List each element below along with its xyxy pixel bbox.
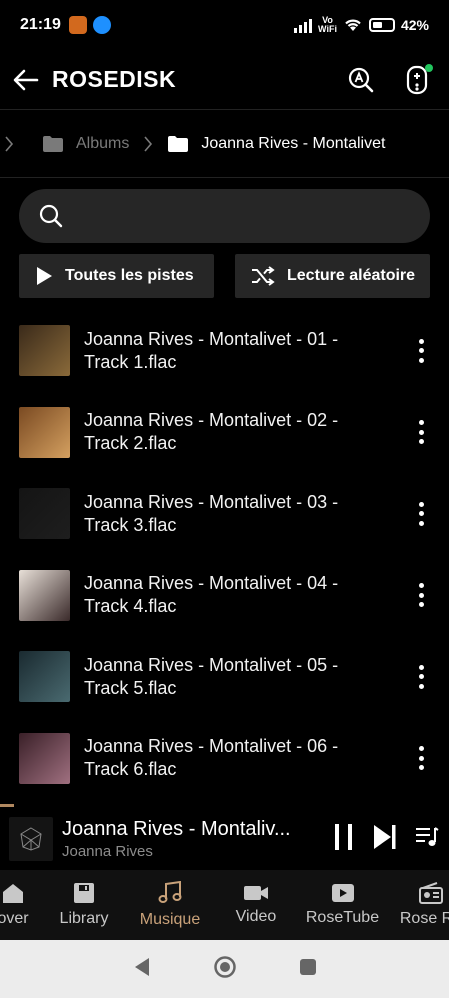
square-recents-icon	[299, 958, 316, 975]
play-all-button[interactable]: Toutes les pistes	[19, 254, 214, 298]
vowifi-icon: Vo WiFi	[318, 15, 337, 34]
cell-signal-icon	[294, 17, 313, 33]
more-options-icon[interactable]	[409, 336, 433, 366]
album-artwork	[19, 406, 70, 458]
rosetube-icon	[331, 884, 354, 902]
track-title: Joanna Rives - Montalivet - 02 - Track 2…	[84, 410, 339, 454]
more-options-icon[interactable]	[409, 417, 433, 447]
nav-rosetube[interactable]: RoseTube	[300, 870, 385, 940]
wifi-icon	[345, 19, 361, 31]
folder-icon	[168, 135, 189, 152]
folder-icon	[43, 135, 63, 152]
album-artwork	[19, 488, 70, 540]
track-row[interactable]: Joanna Rives - Montalivet - 05 - Track 5…	[0, 636, 449, 718]
breadcrumb: Albums Joanna Rives - Montalivet	[0, 110, 449, 178]
more-options-icon[interactable]	[409, 743, 433, 773]
track-title: Joanna Rives - Montalivet - 04 - Track 4…	[84, 573, 339, 617]
queue-button[interactable]	[415, 825, 439, 854]
search-icon	[39, 204, 63, 228]
home-icon	[3, 884, 23, 903]
nav-library[interactable]: Library	[48, 870, 120, 940]
play-icon	[37, 267, 52, 285]
track-title: Joanna Rives - Montalivet - 06 - Track 6…	[84, 736, 339, 780]
battery-level: 42%	[400, 17, 429, 33]
playback-progress-bar[interactable]	[0, 804, 14, 807]
pause-icon	[335, 823, 352, 850]
track-row[interactable]: Joanna Rives - Montalivet - 03 - Track 3…	[0, 473, 449, 555]
video-camera-icon	[244, 886, 268, 900]
track-row[interactable]: Joanna Rives - Montalivet - 04 - Track 4…	[0, 555, 449, 637]
app-bar: ROSEDISK	[0, 50, 449, 110]
more-options-icon[interactable]	[409, 662, 433, 692]
playlist-icon	[416, 826, 439, 846]
battery-icon	[368, 18, 395, 32]
search-az-button[interactable]	[345, 64, 377, 96]
album-artwork	[19, 651, 70, 703]
now-playing-title: Joanna Rives - Montaliv...	[62, 818, 291, 840]
search-input[interactable]	[75, 207, 395, 225]
radio-icon	[419, 882, 443, 904]
nav-label: over	[0, 910, 29, 927]
breadcrumb-label: Joanna Rives - Montalivet	[201, 134, 386, 152]
search-az-icon	[348, 67, 374, 92]
shuffle-icon	[252, 266, 275, 286]
nav-label: RoseTube	[305, 909, 380, 926]
track-title: Joanna Rives - Montalivet - 03 - Track 3…	[84, 491, 339, 535]
back-arrow-icon	[13, 69, 39, 90]
pause-button[interactable]	[333, 823, 355, 856]
chevron-right-icon	[4, 135, 14, 153]
remote-button[interactable]	[401, 63, 433, 96]
track-row[interactable]: Joanna Rives - Montalivet - 01 - Track 1…	[0, 310, 449, 392]
system-back-button[interactable]	[133, 957, 151, 982]
nav-musique[interactable]: Musique	[133, 870, 207, 940]
nav-label: Rose Ra	[399, 910, 449, 927]
album-artwork	[19, 732, 70, 784]
music-note-icon	[158, 881, 182, 903]
rose-logo-icon	[20, 827, 42, 851]
system-recents-button[interactable]	[299, 958, 317, 981]
status-indicators: Vo WiFi 42%	[294, 16, 429, 34]
breadcrumb-label: Albums	[76, 134, 130, 152]
shuffle-button[interactable]: Lecture aléatoire	[235, 254, 430, 298]
nav-label: Video	[235, 908, 277, 925]
search-bar[interactable]	[19, 189, 430, 243]
alarm-app-icon	[92, 16, 111, 34]
status-bar: 21:19 Vo WiFi 42%	[0, 0, 449, 50]
system-navigation-bar	[0, 940, 449, 998]
fox-app-icon	[68, 16, 87, 34]
next-button[interactable]	[373, 824, 397, 855]
nav-discover[interactable]: over	[0, 870, 48, 940]
album-artwork	[19, 325, 70, 377]
now-playing-artist: Joanna Rives	[62, 843, 153, 860]
track-row[interactable]: Joanna Rives - Montalivet - 06 - Track 6…	[0, 718, 449, 800]
status-time: 21:19	[20, 16, 61, 33]
nav-rose-radio[interactable]: Rose Ra	[390, 870, 449, 940]
bottom-navigation: over Library Musique Video RoseTube Rose…	[0, 870, 449, 940]
play-all-label: Toutes les pistes	[65, 267, 194, 284]
track-list: Joanna Rives - Montalivet - 01 - Track 1…	[0, 310, 449, 799]
triangle-back-icon	[134, 957, 149, 976]
online-status-dot	[425, 63, 433, 72]
back-button[interactable]	[0, 50, 52, 110]
skip-next-icon	[374, 824, 396, 849]
library-icon	[74, 883, 94, 903]
nav-label: Musique	[139, 911, 201, 928]
now-playing-artwork	[9, 817, 53, 861]
circle-home-icon	[213, 955, 236, 978]
nav-label: Library	[59, 910, 109, 927]
album-artwork	[19, 569, 70, 621]
chevron-right-icon	[143, 135, 153, 153]
track-row[interactable]: Joanna Rives - Montalivet - 02 - Track 2…	[0, 392, 449, 474]
shuffle-label: Lecture aléatoire	[287, 267, 416, 284]
system-home-button[interactable]	[213, 955, 237, 984]
more-options-icon[interactable]	[409, 580, 433, 610]
track-title: Joanna Rives - Montalivet - 05 - Track 5…	[84, 654, 339, 698]
mini-player[interactable]: Joanna Rives - Montaliv... Joanna Rives	[0, 808, 449, 870]
page-title: ROSEDISK	[52, 66, 177, 92]
breadcrumb-albums[interactable]: Albums	[42, 135, 129, 153]
nav-video[interactable]: Video	[220, 870, 292, 940]
breadcrumb-current-album[interactable]: Joanna Rives - Montalivet	[167, 135, 385, 153]
more-options-icon[interactable]	[409, 499, 433, 529]
track-title: Joanna Rives - Montalivet - 01 - Track 1…	[84, 328, 339, 372]
